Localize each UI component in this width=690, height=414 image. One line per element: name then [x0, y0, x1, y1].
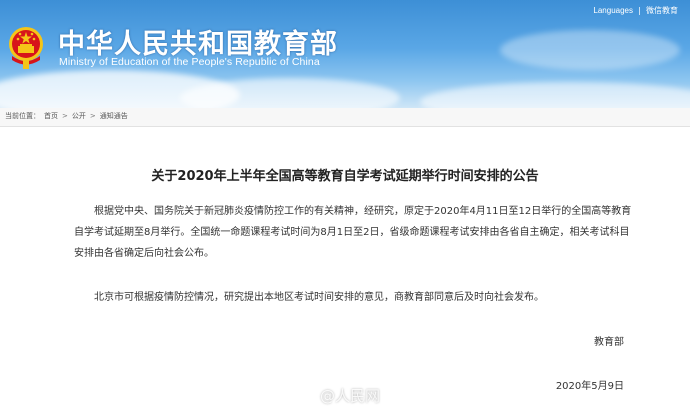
article-title: 关于2020年上半年全国高等教育自学考试延期举行时间安排的公告 [151, 169, 539, 184]
watermark: @人民网 [298, 385, 380, 406]
cloud-decoration [420, 82, 690, 108]
breadcrumb: 当前位置： 首页 > 公开 > 通知通告 [5, 108, 128, 124]
article-paragraph: 根据党中央、国务院关于新冠肺炎疫情防控工作的有关精神，经研究，原定于2020年4… [74, 206, 632, 259]
breadcrumb-separator: > [89, 112, 96, 120]
national-emblem-icon[interactable] [7, 22, 45, 70]
breadcrumb-home[interactable]: 首页 [44, 111, 58, 121]
languages-link[interactable]: Languages [593, 6, 633, 15]
breadcrumb-notices[interactable]: 通知通告 [100, 111, 128, 121]
wechat-link[interactable]: 微信教育 [646, 5, 678, 16]
weibo-icon [298, 389, 316, 403]
cloud-decoration [500, 30, 680, 70]
article-date: 2020年5月9日 [555, 381, 624, 392]
article-signature: 教育部 [594, 337, 624, 348]
article-panel: 关于2020年上半年全国高等教育自学考试延期举行时间安排的公告 根据党中央、国务… [0, 126, 690, 414]
breadcrumb-label: 当前位置： [5, 112, 40, 120]
top-links: Languages 微信教育 [593, 5, 678, 16]
site-title-en: Ministry of Education of the People's Re… [59, 56, 320, 68]
breadcrumb-public[interactable]: 公开 [72, 111, 86, 121]
link-divider [639, 6, 640, 15]
site-header: 中华人民共和国教育部 Ministry of Education of the … [0, 0, 690, 108]
breadcrumb-separator: > [62, 112, 68, 120]
watermark-text: @人民网 [320, 387, 381, 405]
article-paragraph: 北京市可根据疫情防控情况，研究提出本地区考试时间安排的意见，商教育部同意后及时向… [94, 292, 544, 303]
